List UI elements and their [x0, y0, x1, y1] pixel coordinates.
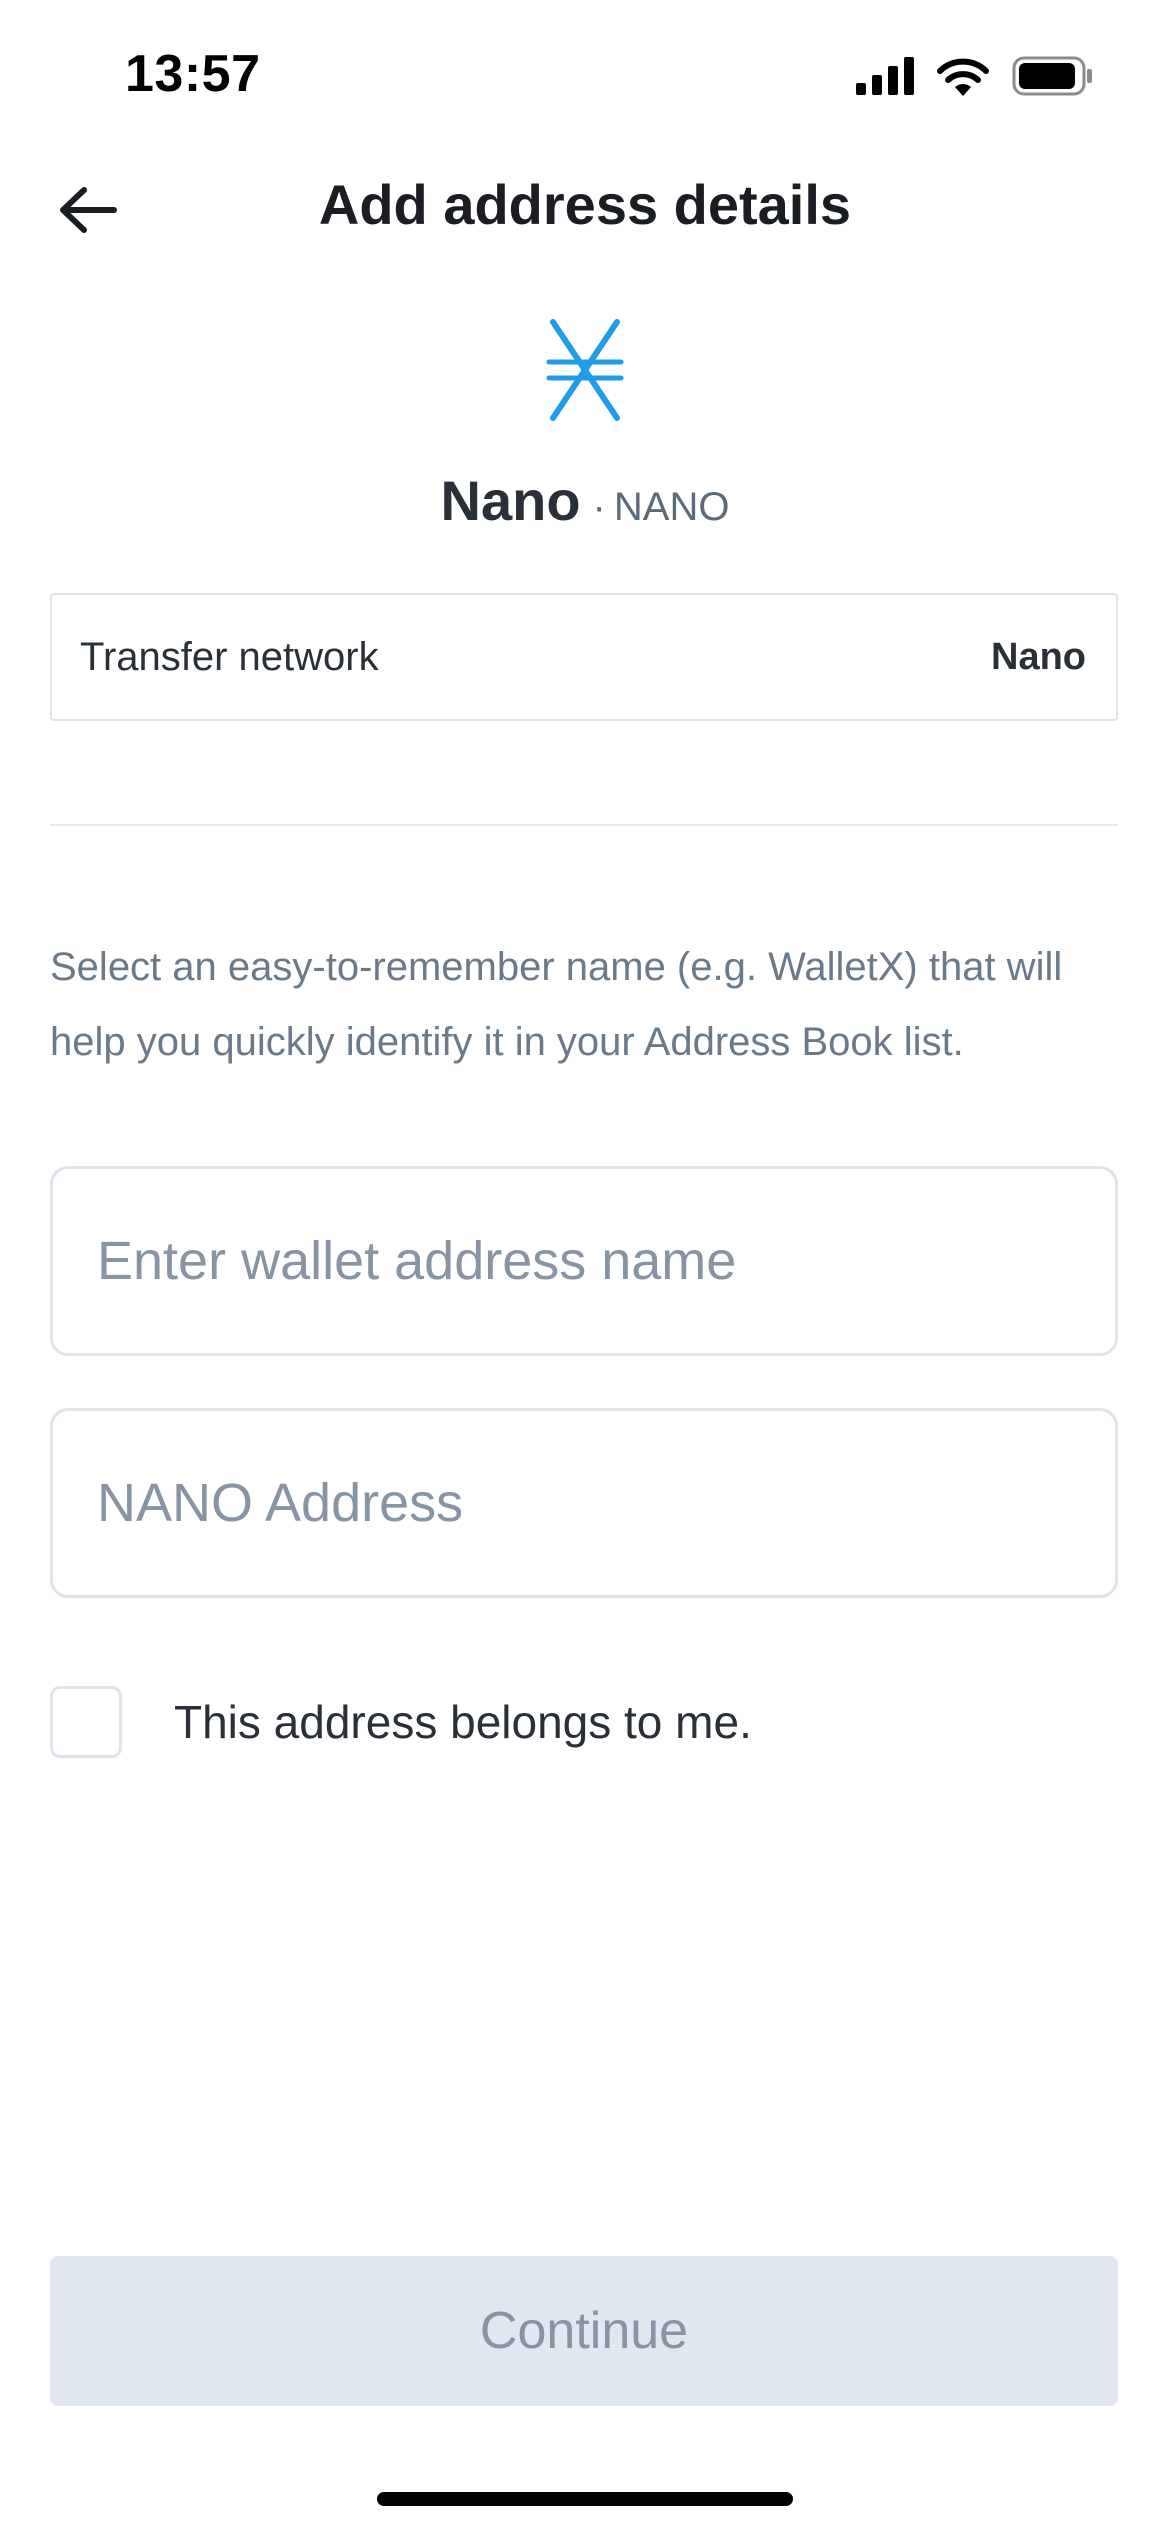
cellular-signal-icon — [856, 57, 914, 95]
coin-heading: Nano · NANO — [0, 468, 1170, 533]
status-bar: 13:57 — [0, 0, 1170, 150]
nano-logo-icon — [546, 319, 624, 421]
wallet-name-input[interactable] — [50, 1166, 1118, 1356]
wallet-address-input[interactable] — [50, 1408, 1118, 1598]
coin-symbol: NANO — [613, 485, 730, 529]
continue-button[interactable]: Continue — [50, 2256, 1118, 2406]
ownership-checkbox[interactable] — [50, 1686, 122, 1758]
ownership-checkbox-row[interactable]: This address belongs to me. — [50, 1686, 752, 1758]
ownership-checkbox-label[interactable]: This address belongs to me. — [174, 1695, 752, 1749]
header: Add address details — [0, 150, 1170, 270]
page-title: Add address details — [318, 173, 852, 236]
battery-icon — [1012, 56, 1092, 96]
home-indicator — [377, 2492, 793, 2506]
helper-text: Select an easy-to-remember name (e.g. Wa… — [50, 945, 1063, 1064]
transfer-network-field: Transfer network Nano — [50, 593, 1118, 721]
coin-name: Nano — [440, 469, 581, 532]
transfer-network-value: Nano — [991, 635, 1086, 678]
status-time: 13:57 — [125, 45, 261, 103]
coin-separator: · — [592, 485, 606, 529]
wifi-icon — [937, 58, 989, 96]
divider — [50, 824, 1118, 826]
status-icons — [856, 56, 1094, 96]
transfer-network-label: Transfer network — [80, 634, 379, 679]
